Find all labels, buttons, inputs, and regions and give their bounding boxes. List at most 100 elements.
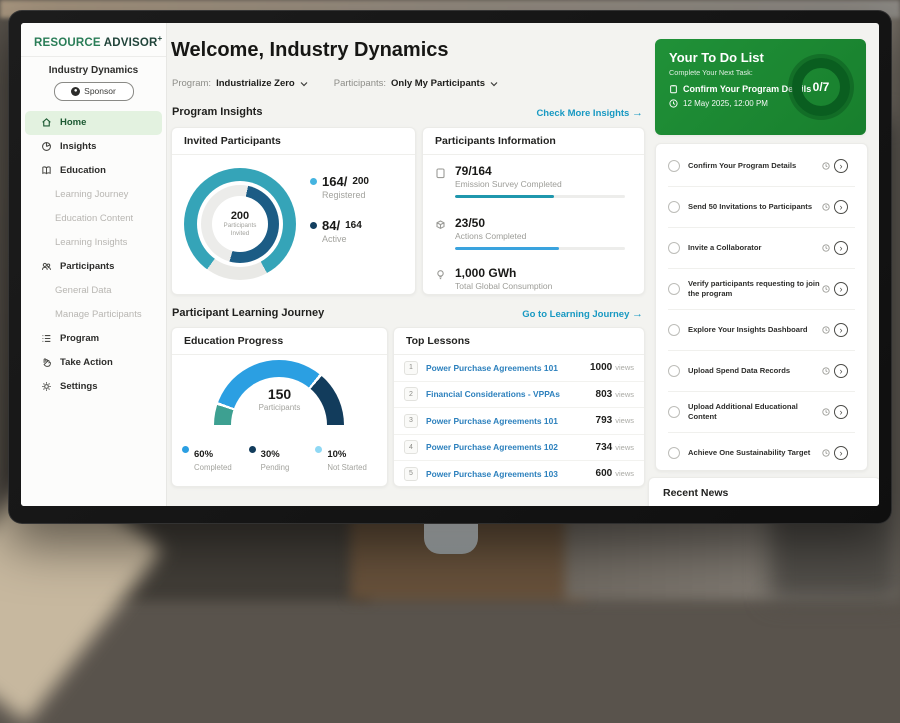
progress-track xyxy=(455,247,625,250)
clipboard-icon xyxy=(435,167,446,179)
task-checkbox[interactable] xyxy=(668,365,680,377)
task-checkbox[interactable] xyxy=(668,283,680,295)
task-row[interactable]: Upload Spend Data Records › xyxy=(668,351,855,392)
sidebar-item-general-data[interactable]: General Data xyxy=(21,279,166,303)
task-row[interactable]: Send 50 Invitations to Participants › xyxy=(668,187,855,228)
task-checkbox[interactable] xyxy=(668,406,680,418)
sidebar-item-education[interactable]: Education xyxy=(25,159,162,183)
sidebar-item-settings[interactable]: Settings xyxy=(25,375,162,399)
todo-hero-card: Your To Do List Complete Your Next Task:… xyxy=(655,39,866,135)
card-title: Invited Participants xyxy=(172,128,415,155)
lesson-link[interactable]: Power Purchase Agreements 101 xyxy=(426,416,596,426)
sidebar-item-take-action[interactable]: Take Action xyxy=(25,351,162,375)
legend-dot xyxy=(310,178,317,185)
invited-donut-inner: 200 Participants Invited xyxy=(201,185,279,263)
task-checkbox[interactable] xyxy=(668,324,680,336)
rank-badge: 4 xyxy=(404,440,418,454)
sidebar: RESOURCE ADVISOR+ Industry Dynamics ● Sp… xyxy=(21,23,167,506)
task-label: Upload Spend Data Records xyxy=(688,366,820,376)
lesson-link[interactable]: Power Purchase Agreements 102 xyxy=(426,442,596,452)
lesson-link[interactable]: Power Purchase Agreements 103 xyxy=(426,469,596,479)
legend-dot xyxy=(249,446,256,453)
sidebar-item-home[interactable]: Home xyxy=(25,111,162,135)
filters-row: Program: Industrialize Zero Participants… xyxy=(172,78,498,89)
task-row[interactable]: Achieve One Sustainability Target › xyxy=(668,433,855,474)
clock-icon xyxy=(822,162,830,170)
sidebar-item-program[interactable]: Program xyxy=(25,327,162,351)
task-row[interactable]: Explore Your Insights Dashboard › xyxy=(668,310,855,351)
sidebar-item-label: Insights xyxy=(60,141,96,152)
sidebar-item-education-content[interactable]: Education Content xyxy=(21,207,166,231)
info-row-survey: 79/164 Emission Survey Completed xyxy=(435,164,631,198)
arrow-right-icon: → xyxy=(632,308,643,320)
task-checkbox[interactable] xyxy=(668,201,680,213)
chevron-down-icon xyxy=(300,81,308,87)
sidebar-item-manage-participants[interactable]: Manage Participants xyxy=(21,303,166,327)
rank-badge: 2 xyxy=(404,387,418,401)
sidebar-item-learning-insights[interactable]: Learning Insights xyxy=(21,231,166,255)
rank-badge: 3 xyxy=(404,414,418,428)
logo-resource: RESOURCE xyxy=(34,37,101,49)
task-checkbox[interactable] xyxy=(668,160,680,172)
hand-icon xyxy=(41,357,52,368)
program-value: Industrialize Zero xyxy=(216,78,295,89)
donut-center-label: Participants Invited xyxy=(218,222,262,238)
task-chevron-button[interactable]: › xyxy=(834,282,848,296)
task-chevron-button[interactable]: › xyxy=(834,405,848,419)
card-title: Education Progress xyxy=(172,328,387,355)
program-select[interactable]: Program: Industrialize Zero xyxy=(172,78,308,89)
clipboard-icon xyxy=(669,84,678,94)
task-row[interactable]: Invite a Collaborator › xyxy=(668,228,855,269)
gauge-center: 150 Participants xyxy=(172,386,387,412)
sponsor-badge: ● Sponsor xyxy=(54,82,134,101)
org-name: Industry Dynamics xyxy=(21,65,166,76)
divider xyxy=(21,56,166,57)
task-row[interactable]: Confirm Your Program Details › xyxy=(668,146,855,187)
task-chevron-button[interactable]: › xyxy=(834,364,848,378)
learning-journey-title: Participant Learning Journey xyxy=(172,307,324,319)
task-row[interactable]: Verify participants requesting to join t… xyxy=(668,269,855,310)
sidebar-item-label: Education xyxy=(60,165,106,176)
task-chevron-button[interactable]: › xyxy=(834,323,848,337)
sidebar-item-learning-journey[interactable]: Learning Journey xyxy=(21,183,166,207)
legend-not-started: 10%Not Started xyxy=(315,444,382,472)
lightbulb-icon xyxy=(435,269,446,281)
sidebar-nav: Home Insights Education Learning Journey… xyxy=(21,111,166,399)
top-lessons-card: Top Lessons 1 Power Purchase Agreements … xyxy=(393,327,645,487)
lesson-link[interactable]: Financial Considerations - VPPAs xyxy=(426,389,596,399)
task-chevron-button[interactable]: › xyxy=(834,241,848,255)
rank-badge: 5 xyxy=(404,467,418,481)
check-more-insights-link[interactable]: Check More Insights → xyxy=(481,107,643,119)
clock-icon xyxy=(822,244,830,252)
task-row[interactable]: Upload Additional Educational Content › xyxy=(668,392,855,433)
task-chevron-button[interactable]: › xyxy=(834,446,848,460)
task-checkbox[interactable] xyxy=(668,447,680,459)
lesson-link[interactable]: Power Purchase Agreements 101 xyxy=(426,363,590,373)
sidebar-item-participants[interactable]: Participants xyxy=(25,255,162,279)
clock-icon xyxy=(669,99,678,108)
legend-dot xyxy=(182,446,189,453)
task-checkbox[interactable] xyxy=(668,242,680,254)
participants-select[interactable]: Participants: Only My Participants xyxy=(334,78,498,89)
sidebar-item-insights[interactable]: Insights xyxy=(25,135,162,159)
lesson-row: 4 Power Purchase Agreements 102 734views xyxy=(394,435,644,462)
task-label: Verify participants requesting to join t… xyxy=(688,279,820,299)
legend-completed: 60%Completed xyxy=(182,444,249,472)
app-logo: RESOURCE ADVISOR+ xyxy=(21,23,166,56)
clock-icon xyxy=(822,408,830,416)
people-icon xyxy=(41,261,52,272)
dashboard-screen: RESOURCE ADVISOR+ Industry Dynamics ● Sp… xyxy=(21,23,879,506)
donut-center-value: 200 xyxy=(231,210,249,222)
todo-tasks-card: Confirm Your Program Details › Send 50 I… xyxy=(655,143,868,471)
cube-icon xyxy=(435,219,446,231)
go-to-learning-journey-link[interactable]: Go to Learning Journey → xyxy=(481,308,643,320)
participants-value: Only My Participants xyxy=(391,78,485,89)
task-label: Explore Your Insights Dashboard xyxy=(688,325,820,335)
program-insights-title: Program Insights xyxy=(172,106,262,118)
logo-advisor: ADVISOR+ xyxy=(104,37,163,49)
sidebar-item-label: Take Action xyxy=(60,357,113,368)
info-row-actions: 23/50 Actions Completed xyxy=(435,216,631,250)
task-chevron-button[interactable]: › xyxy=(834,159,848,173)
task-chevron-button[interactable]: › xyxy=(834,200,848,214)
card-title: Participants Information xyxy=(423,128,644,155)
